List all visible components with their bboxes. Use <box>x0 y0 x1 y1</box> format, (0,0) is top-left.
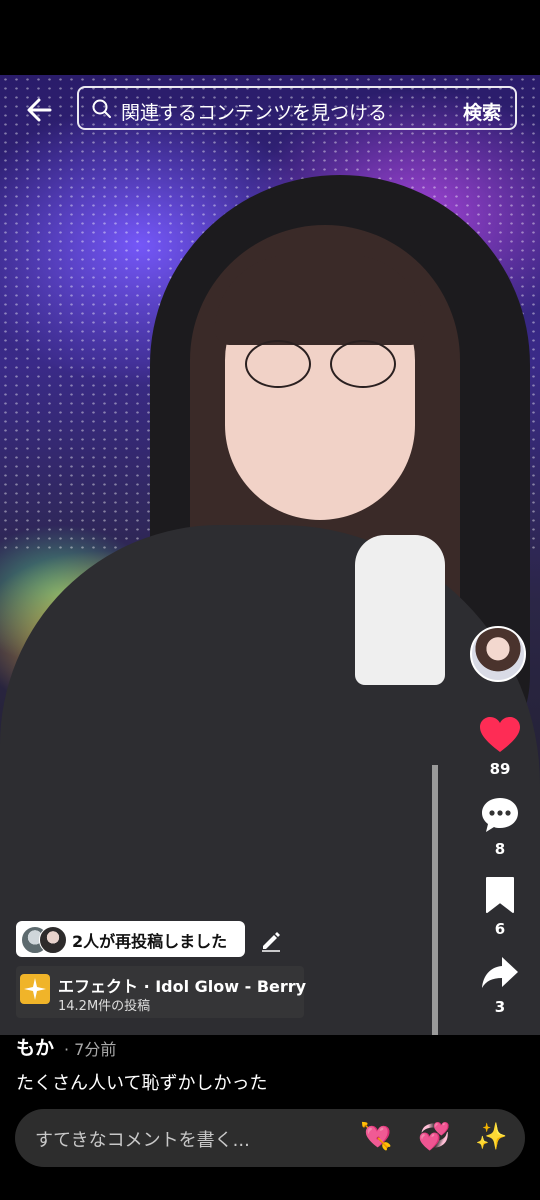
bangs <box>215 255 425 345</box>
search-button[interactable]: 検索 <box>463 98 501 125</box>
edit-icon[interactable] <box>259 928 283 952</box>
effect-post-count: 14.2M件の投稿 <box>58 999 151 1014</box>
sparkles-emoji-icon[interactable]: ✨ <box>475 1121 507 1153</box>
author-name[interactable]: もか <box>16 1033 54 1060</box>
search-icon <box>92 99 111 118</box>
share-icon <box>482 957 518 988</box>
heart-arrow-emoji-icon[interactable]: 💘 <box>360 1121 392 1153</box>
bookmark-icon <box>486 877 514 913</box>
search-input[interactable]: 関連するコンテンツを見つける <box>121 98 431 125</box>
shirt <box>355 535 445 685</box>
repost-avatars <box>21 926 67 954</box>
share-button[interactable]: 3 <box>470 954 530 1016</box>
back-arrow-icon <box>27 98 52 122</box>
avatar <box>39 926 67 954</box>
search-bar[interactable]: 関連するコンテンツを見つける 検索 <box>77 86 517 130</box>
comment-count: 8 <box>494 840 506 858</box>
glasses-right-lens <box>330 340 396 388</box>
post-caption: たくさん人いて恥ずかしかった <box>16 1073 268 1094</box>
glasses-left-lens <box>245 340 311 388</box>
effect-name: エフェクト · Idol Glow - Berry <box>58 977 307 996</box>
comment-icon <box>482 798 518 832</box>
revolving-hearts-emoji-icon[interactable]: 💞 <box>418 1121 450 1153</box>
creator-avatar[interactable] <box>470 626 526 682</box>
like-button[interactable]: 89 <box>470 716 530 778</box>
back-button[interactable] <box>20 90 60 130</box>
jacket <box>0 525 540 1035</box>
effect-icon <box>20 974 50 1004</box>
top-bar: 関連するコンテンツを見つける 検索 <box>0 80 540 140</box>
save-count: 6 <box>494 920 506 938</box>
heart-icon <box>480 717 520 752</box>
repost-banner[interactable]: 2人が再投稿しました <box>16 921 245 957</box>
comment-button[interactable]: 8 <box>470 796 530 858</box>
repost-text: 2人が再投稿しました <box>72 932 228 951</box>
post-time: · 7分前 <box>64 1040 117 1059</box>
like-count: 89 <box>489 760 511 778</box>
comment-input[interactable]: すてきなコメントを書く... <box>35 1126 250 1152</box>
sparkle-icon <box>24 978 46 1000</box>
comment-bar[interactable]: すてきなコメントを書く... 💘 💞 ✨ <box>15 1109 525 1167</box>
video-player[interactable] <box>0 75 540 1035</box>
save-button[interactable]: 6 <box>470 876 530 938</box>
effect-chip[interactable]: エフェクト · Idol Glow - Berry 14.2M件の投稿 <box>16 966 307 1018</box>
zipper <box>432 765 438 1035</box>
share-count: 3 <box>494 998 506 1016</box>
